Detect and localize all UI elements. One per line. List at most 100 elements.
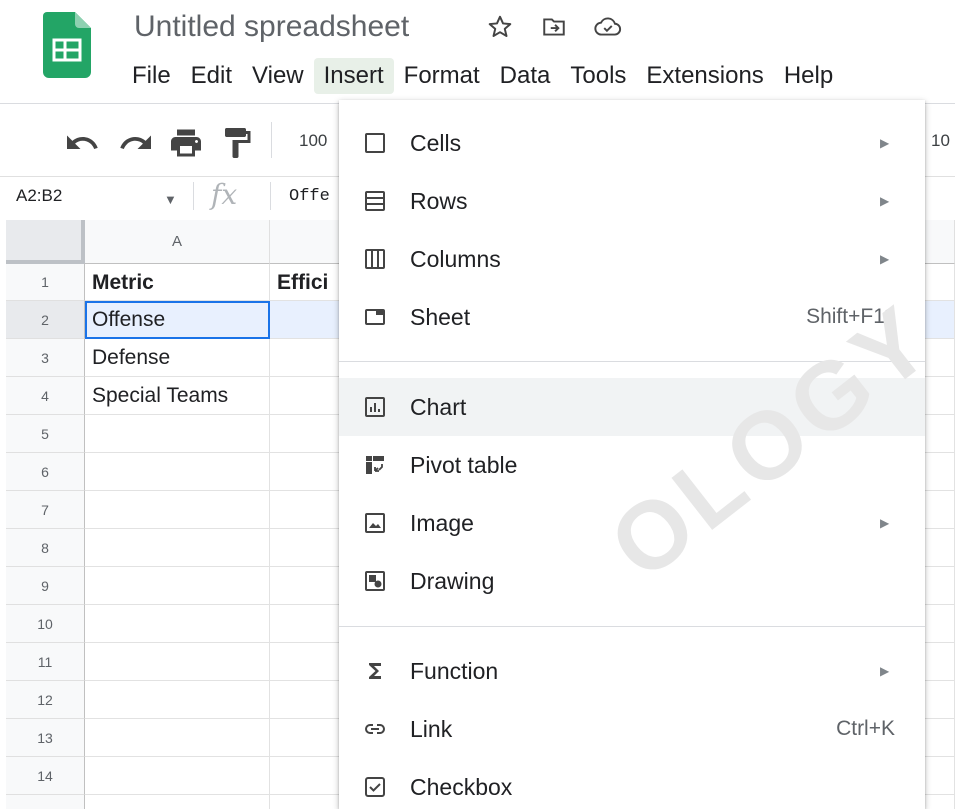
undo-icon[interactable] <box>64 125 100 161</box>
select-all-corner[interactable] <box>6 220 85 264</box>
chart-icon <box>365 397 385 417</box>
row-header-2[interactable]: 2 <box>6 301 85 339</box>
checkbox-icon <box>365 777 385 797</box>
cell-a6[interactable] <box>85 453 270 491</box>
menu-item-label: Link <box>410 716 453 742</box>
menu-bar: File Edit View Insert Format Data Tools … <box>122 58 843 94</box>
row-header-11[interactable]: 11 <box>6 643 85 681</box>
menu-item-shortcut: Ctrl+K <box>836 717 895 740</box>
menu-file[interactable]: File <box>122 58 181 94</box>
row-header-13[interactable]: 13 <box>6 719 85 757</box>
menu-item-shortcut: Shift+F11 <box>806 305 895 328</box>
insert-menu-item-drawing[interactable]: Drawing <box>339 552 925 610</box>
row-header-1[interactable]: 1 <box>6 264 85 301</box>
paint-format-icon[interactable] <box>219 125 255 161</box>
insert-menu-item-link[interactable]: Link Ctrl+K <box>339 700 925 758</box>
cell-a8[interactable] <box>85 529 270 567</box>
row-header-9[interactable]: 9 <box>6 567 85 605</box>
sigma-icon <box>369 663 381 679</box>
row-header-3[interactable]: 3 <box>6 339 85 377</box>
formula-input[interactable]: Offe <box>289 187 330 206</box>
insert-menu-item-columns[interactable]: Columns ▶ <box>339 230 925 288</box>
toolbar-separator <box>271 122 272 158</box>
menu-extensions[interactable]: Extensions <box>636 58 773 94</box>
cloud-saved-icon[interactable] <box>594 14 622 40</box>
submenu-arrow-icon: ▶ <box>880 136 890 150</box>
menu-item-label: Image <box>410 510 474 536</box>
submenu-arrow-icon: ▶ <box>880 252 890 266</box>
row-header-6[interactable]: 6 <box>6 453 85 491</box>
row-header-4[interactable]: 4 <box>6 377 85 415</box>
row-header-7[interactable]: 7 <box>6 491 85 529</box>
menu-format[interactable]: Format <box>394 58 490 94</box>
menu-item-label: Cells <box>410 130 462 156</box>
fx-icon: fx <box>211 178 238 211</box>
row-header-8[interactable]: 8 <box>6 529 85 567</box>
cell-a5[interactable] <box>85 415 270 453</box>
rows-icon <box>365 191 385 211</box>
menu-insert[interactable]: Insert <box>313 58 394 94</box>
image-icon <box>365 513 385 533</box>
cell-a3[interactable]: Defense <box>85 339 270 377</box>
zoom-select[interactable]: 100 <box>299 131 327 151</box>
insert-menu-item-function[interactable]: Function ▶ <box>339 642 925 700</box>
row-header-15[interactable] <box>6 795 85 809</box>
cell-a7[interactable] <box>85 491 270 529</box>
submenu-arrow-icon: ▶ <box>880 194 890 208</box>
insert-menu-item-pivot-table[interactable]: Pivot table <box>339 436 925 494</box>
formula-bar-separator <box>193 182 194 210</box>
star-icon[interactable] <box>487 14 513 40</box>
menu-tools[interactable]: Tools <box>560 58 636 94</box>
menu-item-label: Function <box>410 658 499 684</box>
cell-a13[interactable] <box>85 719 270 757</box>
menu-item-label: Columns <box>410 246 501 272</box>
menu-divider <box>339 361 925 362</box>
google-sheets-logo[interactable] <box>43 12 91 78</box>
insert-menu-item-checkbox[interactable]: Checkbox <box>339 758 925 809</box>
menu-help[interactable]: Help <box>774 58 843 94</box>
drawing-icon <box>365 571 385 591</box>
menu-divider <box>339 626 925 627</box>
row-header-10[interactable]: 10 <box>6 605 85 643</box>
insert-menu: Cells ▶ Rows ▶ Columns ▶ Sheet Shift+F11… <box>339 100 925 809</box>
active-cell-outline <box>85 301 270 339</box>
menu-item-label: Sheet <box>410 304 471 330</box>
move-to-folder-icon[interactable] <box>541 14 567 40</box>
column-header-a[interactable]: A <box>85 220 270 264</box>
pivot-table-icon <box>366 456 384 474</box>
name-box[interactable]: A2:B2 <box>16 186 62 206</box>
insert-menu-item-sheet[interactable]: Sheet Shift+F11 <box>339 288 925 346</box>
menu-edit[interactable]: Edit <box>181 58 242 94</box>
cell-a4[interactable]: Special Teams <box>85 377 270 415</box>
formula-bar-separator <box>270 182 271 210</box>
cell-a15[interactable] <box>85 795 270 809</box>
cells-icon <box>365 133 385 153</box>
link-icon <box>365 724 385 734</box>
cell-a10[interactable] <box>85 605 270 643</box>
submenu-arrow-icon: ▶ <box>880 664 890 678</box>
menu-item-label: Rows <box>410 188 468 214</box>
cell-a14[interactable] <box>85 757 270 795</box>
cell-a11[interactable] <box>85 643 270 681</box>
menu-item-label: Chart <box>410 394 467 420</box>
row-header-12[interactable]: 12 <box>6 681 85 719</box>
chevron-down-icon[interactable]: ▼ <box>164 192 177 207</box>
font-size-select[interactable]: 10 <box>931 131 950 151</box>
cell-a12[interactable] <box>85 681 270 719</box>
print-icon[interactable] <box>168 125 204 161</box>
row-header-5[interactable]: 5 <box>6 415 85 453</box>
menu-data[interactable]: Data <box>490 58 561 94</box>
submenu-arrow-icon: ▶ <box>880 516 890 530</box>
insert-menu-item-image[interactable]: Image ▶ <box>339 494 925 552</box>
document-title[interactable]: Untitled spreadsheet <box>134 10 409 44</box>
row-header-14[interactable]: 14 <box>6 757 85 795</box>
menu-view[interactable]: View <box>242 58 314 94</box>
redo-icon[interactable] <box>118 125 154 161</box>
insert-menu-item-rows[interactable]: Rows ▶ <box>339 172 925 230</box>
columns-icon <box>365 249 385 269</box>
cell-a1[interactable]: Metric <box>85 264 270 301</box>
insert-menu-item-chart[interactable]: Chart <box>339 378 925 436</box>
cell-a9[interactable] <box>85 567 270 605</box>
insert-menu-item-cells[interactable]: Cells ▶ <box>339 114 925 172</box>
menu-item-label: Drawing <box>410 568 495 594</box>
